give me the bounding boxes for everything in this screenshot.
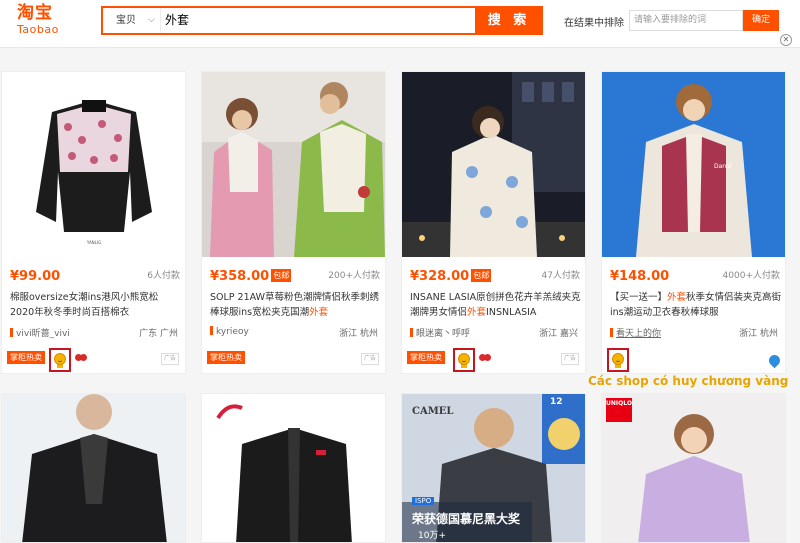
shop-icon [210,326,213,335]
product-card[interactable] [1,393,186,543]
shop-icon [610,328,613,337]
product-price: ¥328.00 [410,269,470,284]
shop-location: 浙江 杭州 [339,329,378,339]
logo-text-en: Taobao [17,23,59,36]
title-keyword: 外套 [309,307,329,318]
search-input[interactable] [165,8,465,33]
product-image[interactable] [202,394,386,543]
product-card[interactable] [201,393,386,543]
free-shipping-badge: 包邮 [271,269,292,282]
product-title[interactable]: 【买一送一】外套秋季女情侣装夹克高街ins潮运动卫衣春秋棒球服 [610,290,782,320]
header: 淘宝 Taobao 宝贝 ⌵ 搜 索 在结果中排除 请输入要排除的词 确定 [0,0,800,48]
exclude-confirm-button[interactable]: 确定 [743,10,779,31]
svg-text:Darcd: Darcd [714,163,732,170]
ad-label: 广告 [361,353,379,365]
title-text: 棉服oversize女潮ins港风小熊宽松2020年秋冬季时尚百搭棉衣 [10,292,159,318]
logo-text-cn: 淘宝 [17,3,53,23]
shop-name[interactable]: 看天上的你 [616,329,661,339]
search-category-select[interactable]: 宝贝 ⌵ [103,8,161,33]
flower-icon [75,354,87,366]
svg-text:YANLIG: YANLIG [86,240,101,245]
hot-seller-badge: 掌柜热卖 [207,351,245,364]
sold-count: 6人付款 [147,271,180,281]
product-card[interactable]: UNIQLO [601,393,786,543]
shop-icon [10,328,13,337]
product-card[interactable]: ¥328.00 包邮 47人付款 INSANE LASIA原创拼色花卉羊羔绒夹克潮… [401,71,586,374]
promo-text: 荣获德国慕尼黑大奖 [412,512,521,526]
product-image[interactable]: YANLIG [2,72,185,257]
chevron-down-icon: ⌵ [148,15,155,25]
product-card[interactable]: Darcd ¥148.00 4000+人付款 【买一送一】外套秋季女情侣装夹克高… [601,71,786,374]
shop-name[interactable]: kyrieoy [216,327,249,337]
hot-seller-badge: 掌柜热卖 [407,351,445,364]
product-card[interactable]: CAMEL 12 ISPO 荣获德国慕尼黑大奖 10万+ [401,393,586,543]
exclude-label: 在结果中排除 [564,18,624,29]
product-image[interactable] [202,72,385,257]
product-title[interactable]: SOLP 21AW草莓粉色潮牌情侣秋季刺绣棒球服ins宽松夹克国潮外套 [210,290,382,320]
close-icon[interactable]: ✕ [780,34,792,46]
title-text: SOLP 21AW草莓粉色潮牌情侣秋季刺绣棒球服ins宽松夹克国潮 [210,292,380,318]
shop-location: 浙江 嘉兴 [539,329,578,339]
drop-icon [766,352,783,369]
sold-count: 200+人付款 [328,271,380,281]
title-keyword: 外套 [667,292,687,303]
product-title[interactable]: INSANE LASIA原创拼色花卉羊羔绒夹克潮牌男女情侣外套INSNLASIA [410,290,582,320]
product-price: ¥358.00 [210,269,270,284]
flower-icon [479,354,491,366]
gold-medal-icon [49,348,71,372]
title-text: 【买一送一】 [610,292,668,303]
product-price: ¥99.00 [10,269,61,284]
free-shipping-badge: 包邮 [471,269,492,282]
hot-seller-badge: 掌柜热卖 [7,351,45,364]
product-title[interactable]: 棉服oversize女潮ins港风小熊宽松2020年秋冬季时尚百搭棉衣 [10,290,182,320]
gold-medal-annotation: Các shop có huy chương vàng [588,374,789,388]
product-price: ¥148.00 [610,269,670,284]
brand-logo: CAMEL [412,406,454,417]
search-bar: 宝贝 ⌵ 搜 索 [101,6,543,35]
product-image[interactable]: Darcd [602,72,785,257]
ispo-tag: ISPO [412,497,435,505]
promo-number: 12 [550,397,563,407]
shop-location: 广东 广州 [139,329,178,339]
search-button[interactable]: 搜 索 [475,6,543,35]
search-category-label: 宝贝 [116,15,136,26]
shop-name[interactable]: 眼迷离丶呼呼 [416,329,470,339]
brand-logo: UNIQLO [606,398,632,422]
ad-label: 广告 [561,353,579,365]
product-card[interactable]: YANLIG ¥99.00 6人付款 棉服oversize女潮ins港风小熊宽松… [1,71,186,374]
shop-location: 浙江 杭州 [739,329,778,339]
sold-count: 47人付款 [541,271,580,281]
product-image[interactable] [402,72,585,257]
gold-medal-icon [453,348,475,372]
title-keyword: 外套 [467,307,487,318]
shop-name[interactable]: vivi昕蔷_vivi [16,329,70,339]
product-image[interactable] [2,394,186,543]
ad-label: 广告 [161,353,179,365]
title-text: INSNLASIA [486,307,537,318]
promo-subtext: 10万+ [418,531,446,541]
shop-icon [410,328,413,337]
taobao-logo[interactable]: 淘宝 Taobao [17,3,69,39]
product-card[interactable]: ¥358.00 包邮 200+人付款 SOLP 21AW草莓粉色潮牌情侣秋季刺绣棒… [201,71,386,374]
gold-medal-icon [607,348,629,372]
exclude-input[interactable]: 请输入要排除的词 [629,10,743,31]
sold-count: 4000+人付款 [722,271,780,281]
